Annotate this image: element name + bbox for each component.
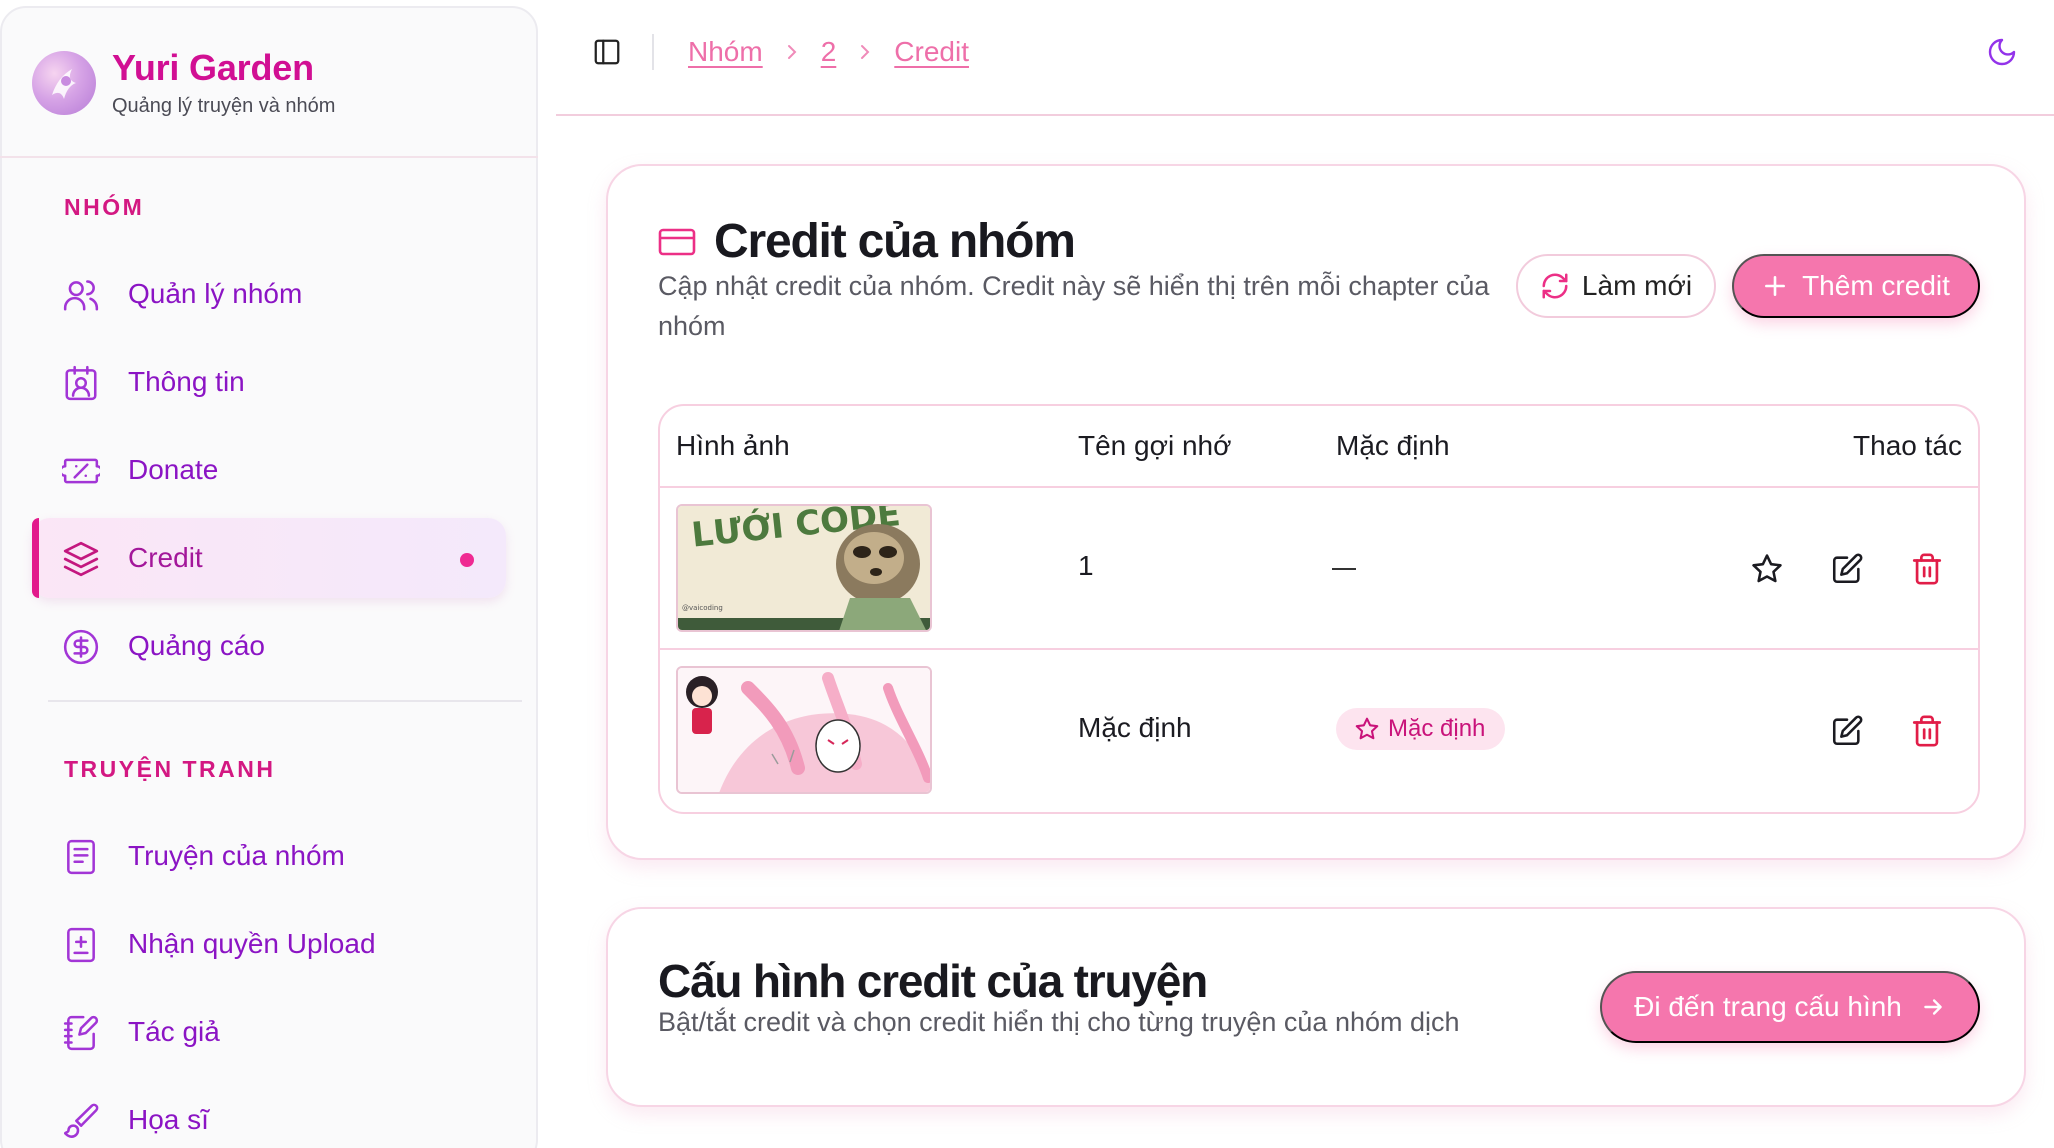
- default-badge-label: Mặc định: [1388, 715, 1486, 742]
- refresh-button[interactable]: Làm mới: [1516, 254, 1716, 318]
- card-title: Credit của nhóm: [714, 215, 1076, 268]
- default-badge: Mặc định: [1336, 708, 1506, 750]
- edit-icon[interactable]: [1830, 552, 1864, 586]
- breadcrumb: Nhóm 2 Credit: [688, 32, 969, 72]
- sidebar-item-label: Quản lý nhóm: [128, 278, 303, 309]
- card-description: Cập nhật credit của nhóm. Credit này sẽ …: [658, 271, 1490, 341]
- credit-image-thumbnail[interactable]: [676, 666, 932, 794]
- go-to-config-button-label: Đi đến trang cấu hình: [1634, 991, 1902, 1022]
- sidebar-item-label: Thông tin: [128, 366, 245, 397]
- sidebar-item-label: Donate: [128, 454, 219, 485]
- sidebar-item-tac-gia[interactable]: Tác giả: [32, 992, 506, 1072]
- trash-icon[interactable]: [1910, 552, 1944, 586]
- table-row: Mặc định Mặc định: [660, 650, 1978, 812]
- sidebar-item-nhan-quyen-upload[interactable]: Nhận quyền Upload: [32, 904, 506, 984]
- sidebar-item-label: Credit: [128, 542, 203, 573]
- layers-icon: [63, 541, 99, 577]
- breadcrumb-credit[interactable]: Credit: [894, 36, 969, 68]
- sidebar-divider: [48, 700, 522, 702]
- credit-card-icon: [658, 228, 696, 256]
- ticket-icon: [62, 458, 100, 484]
- refresh-icon: [1542, 273, 1568, 299]
- sidebar-item-credit[interactable]: Credit: [32, 518, 506, 598]
- sidebar-item-label: Họa sĩ: [128, 1104, 209, 1135]
- card-title: Cấu hình credit của truyện: [658, 955, 1208, 1007]
- chevron-right-icon: [861, 45, 870, 59]
- contact-card-icon: [65, 365, 97, 401]
- credit-table: Hình ảnh Tên gợi nhớ Mặc định Thao tác L…: [658, 404, 1980, 814]
- brand-text: Yuri Garden Quảng lý truyện và nhóm: [112, 48, 335, 118]
- refresh-button-label: Làm mới: [1581, 270, 1693, 301]
- config-card: Cấu hình credit của truyện Bật/tắt credi…: [606, 907, 2026, 1107]
- table-row: LƯỚI CODE @vaicoding 1: [660, 488, 1978, 650]
- dollar-circle-icon: [63, 629, 99, 665]
- breadcrumb-group-id[interactable]: 2: [821, 36, 837, 68]
- sidebar-item-thong-tin[interactable]: Thông tin: [32, 342, 506, 422]
- brand-divider: [0, 156, 538, 158]
- table-header: Hình ảnh Tên gợi nhớ Mặc định Thao tác: [660, 406, 1978, 488]
- edit-icon[interactable]: [1830, 714, 1864, 748]
- star-icon: [1355, 717, 1379, 740]
- go-to-config-button[interactable]: Đi đến trang cấu hình: [1600, 971, 1980, 1043]
- credit-image-thumbnail[interactable]: LƯỚI CODE @vaicoding: [676, 504, 932, 632]
- star-icon[interactable]: [1750, 552, 1784, 586]
- sidebar-item-hoa-si[interactable]: Họa sĩ: [32, 1080, 506, 1148]
- column-header-actions: Thao tác: [1853, 430, 1962, 461]
- active-dot: [460, 553, 474, 567]
- brand[interactable]: Yuri Garden Quảng lý truyện và nhóm: [32, 48, 335, 118]
- not-default-dash: [1332, 568, 1356, 570]
- top-bar: Nhóm 2 Credit: [556, 0, 2054, 116]
- arrow-right-icon: [1924, 999, 1942, 1015]
- column-header-image: Hình ảnh: [676, 430, 790, 461]
- book-plus-icon: [67, 927, 95, 963]
- section-label-truyen-tranh: TRUYỆN TRANH: [64, 756, 276, 782]
- column-header-default: Mặc định: [1336, 430, 1450, 461]
- sidebar-item-truyen-cua-nhom[interactable]: Truyện của nhóm: [32, 816, 506, 896]
- sidebar-item-label: Quảng cáo: [128, 630, 265, 661]
- sidebar-item-label: Truyện của nhóm: [128, 840, 345, 871]
- add-credit-button-label: Thêm credit: [1802, 270, 1950, 301]
- add-credit-button[interactable]: Thêm credit: [1732, 254, 1980, 318]
- sidebar-item-quang-cao[interactable]: Quảng cáo: [32, 606, 506, 686]
- sidebar-item-quan-ly-nhom[interactable]: Quản lý nhóm: [32, 254, 506, 334]
- card-description: Bật/tắt credit và chọn credit hiển thị c…: [658, 1007, 1460, 1037]
- active-indicator-bar: [32, 518, 39, 598]
- sidebar-item-label: Tác giả: [128, 1016, 220, 1047]
- chevron-right-icon: [787, 45, 797, 59]
- column-header-name: Tên gợi nhớ: [1078, 430, 1232, 461]
- credit-card-header: Credit của nhóm: [658, 214, 1076, 270]
- book-icon: [67, 839, 95, 875]
- brand-logo: [32, 51, 96, 115]
- sidebar: Yuri Garden Quảng lý truyện và nhóm NHÓM…: [0, 0, 540, 1148]
- notebook-pen-icon: [63, 1015, 99, 1051]
- trash-icon[interactable]: [1910, 714, 1944, 748]
- toolbar-divider: [652, 34, 654, 70]
- sidebar-item-donate[interactable]: Donate: [32, 430, 506, 510]
- credit-name: Mặc định: [1078, 712, 1192, 743]
- brand-title: Yuri Garden: [112, 47, 314, 88]
- moon-icon[interactable]: [1986, 36, 2018, 68]
- sidebar-toggle-icon[interactable]: [592, 37, 622, 67]
- credit-name: 1: [1078, 550, 1094, 581]
- brand-subtitle: Quảng lý truyện và nhóm: [112, 95, 336, 117]
- sidebar-item-label: Nhận quyền Upload: [128, 928, 376, 959]
- section-label-nhom: NHÓM: [64, 194, 145, 220]
- credit-card: Credit của nhóm Cập nhật credit của nhóm…: [606, 164, 2026, 860]
- breadcrumb-nhom[interactable]: Nhóm: [688, 36, 763, 68]
- brush-icon: [63, 1103, 99, 1138]
- plus-icon: [1765, 276, 1786, 296]
- image-caption: @vaicoding: [682, 604, 723, 612]
- users-icon: [63, 280, 99, 311]
